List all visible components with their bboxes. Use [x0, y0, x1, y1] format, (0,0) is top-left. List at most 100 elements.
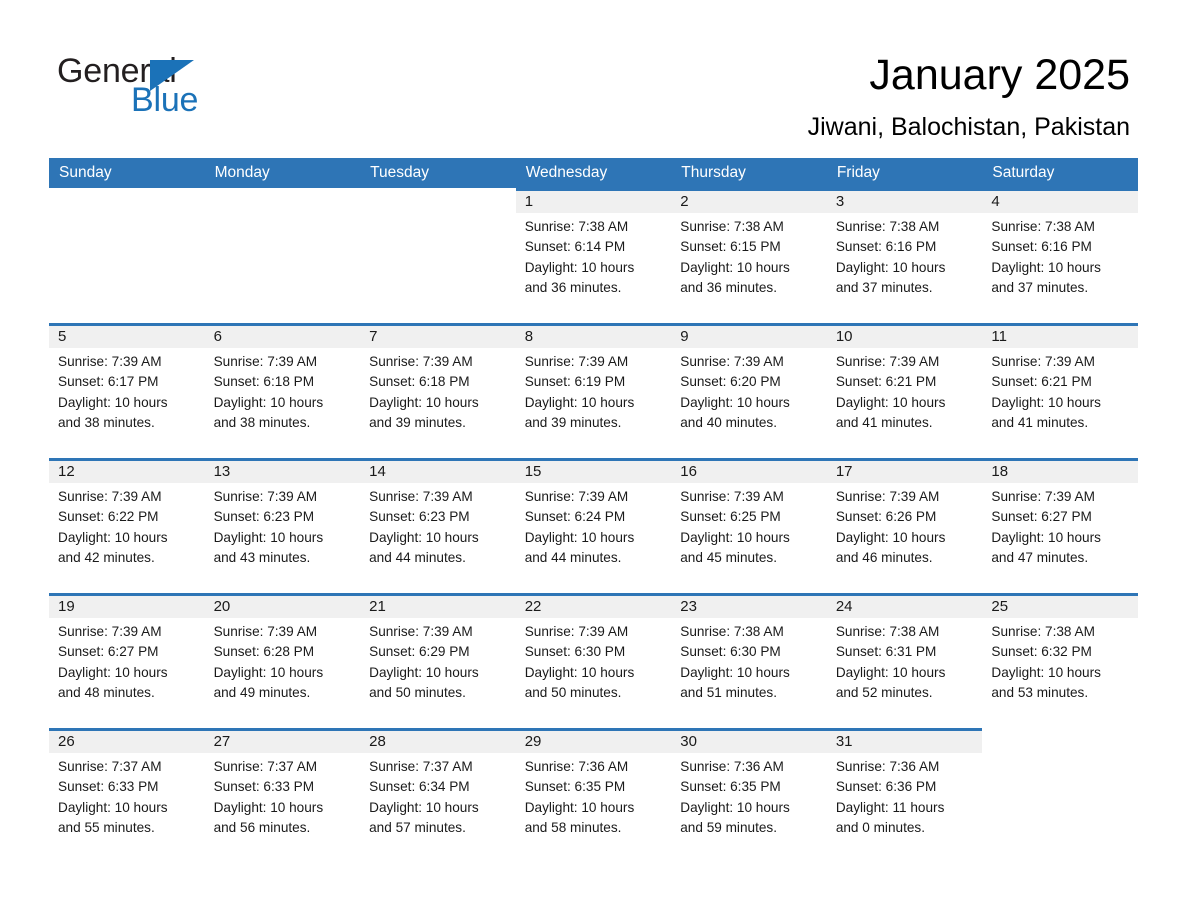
calendar-day-cell[interactable]: 9 Sunrise: 7:39 AM Sunset: 6:20 PM Daylight…	[671, 323, 827, 458]
day-number: 18	[982, 461, 1138, 483]
calendar-day-cell[interactable]: 17 Sunrise: 7:39 AM Sunset: 6:26 PM Dayligh…	[826, 458, 983, 593]
calendar-day-cell[interactable]: 28 Sunrise: 7:37 AM Sunset: 6:34 PM Dayligh…	[360, 728, 516, 858]
calendar-day-cell[interactable]: 15 Sunrise: 7:39 AM Sunset: 6:24 PM Dayligh…	[515, 458, 672, 593]
sunset-text: Sunset: 6:27 PM	[991, 509, 1092, 525]
sunset-text: Sunset: 6:18 PM	[213, 374, 315, 390]
day-number: 17	[826, 461, 983, 483]
sunrise-text: Sunrise: 7:39 AM	[680, 489, 784, 504]
sunrise-text: Sunrise: 7:39 AM	[369, 624, 473, 639]
sunrise-text: Sunrise: 7:36 AM	[835, 759, 940, 774]
sunset-text: Sunset: 6:16 PM	[835, 239, 937, 255]
calendar-day-cell[interactable]: 19 Sunrise: 7:39 AM Sunset: 6:27 PM Dayligh…	[49, 593, 205, 728]
calendar-day-cell[interactable]: 24 Sunrise: 7:38 AM Sunset: 6:31 PM Dayligh…	[826, 593, 983, 728]
dow-saturday: Saturday	[992, 164, 1055, 181]
calendar-day-cell[interactable]: 27 Sunrise: 7:37 AM Sunset: 6:33 PM Dayligh…	[204, 728, 361, 858]
sunrise-text: Sunrise: 7:37 AM	[58, 759, 162, 774]
sunset-text: Sunset: 6:24 PM	[524, 509, 626, 525]
day-details: Sunrise: 7:39 AM Sunset: 6:26 PM Daylight:…	[827, 483, 983, 569]
daylight-text-line2: and 50 minutes.	[369, 685, 466, 701]
calendar-day-cell[interactable]: 11 Sunrise: 7:39 AM Sunset: 6:21 PM Dayligh…	[982, 323, 1138, 458]
daylight-text-line1: Daylight: 10 hours	[213, 529, 324, 545]
calendar-day-cell[interactable]: 8 Sunrise: 7:39 AM Sunset: 6:19 PM Daylight…	[515, 323, 672, 458]
sunset-text: Sunset: 6:33 PM	[213, 779, 315, 795]
sunset-text: Sunset: 6:30 PM	[680, 644, 781, 660]
sunrise-text: Sunrise: 7:39 AM	[524, 354, 629, 369]
daylight-text-line1: Daylight: 10 hours	[58, 799, 168, 815]
daylight-text-line2: and 50 minutes.	[524, 685, 622, 701]
daylight-text-line1: Daylight: 10 hours	[369, 664, 479, 680]
day-number: 8	[515, 326, 672, 348]
calendar-day-cell[interactable]: 7 Sunrise: 7:39 AM Sunset: 6:18 PM Daylight…	[360, 323, 516, 458]
daylight-text-line1: Daylight: 10 hours	[524, 394, 635, 410]
day-number: 4	[982, 191, 1138, 213]
daylight-text-line2: and 47 minutes.	[991, 550, 1089, 566]
daylight-text-line1: Daylight: 10 hours	[991, 259, 1101, 275]
calendar-day-cell[interactable]: 5 Sunrise: 7:39 AM Sunset: 6:17 PM Daylight…	[49, 323, 205, 458]
day-details: Sunrise: 7:39 AM Sunset: 6:28 PM Daylight:…	[205, 618, 361, 704]
sunset-text: Sunset: 6:20 PM	[680, 374, 781, 390]
day-number: 28	[360, 731, 516, 753]
day-details: Sunrise: 7:39 AM Sunset: 6:17 PM Daylight:…	[49, 348, 205, 434]
daylight-text-line1: Daylight: 10 hours	[58, 529, 168, 545]
day-details: Sunrise: 7:39 AM Sunset: 6:21 PM Daylight:…	[982, 348, 1138, 434]
calendar-day-cell[interactable]: 30 Sunrise: 7:36 AM Sunset: 6:35 PM Dayligh…	[671, 728, 827, 858]
sunset-text: Sunset: 6:35 PM	[524, 779, 626, 795]
sunrise-text: Sunrise: 7:38 AM	[835, 624, 940, 639]
day-number: 15	[515, 461, 672, 483]
calendar-day-cell[interactable]: 20 Sunrise: 7:39 AM Sunset: 6:28 PM Dayligh…	[204, 593, 361, 728]
daylight-text-line1: Daylight: 10 hours	[524, 259, 635, 275]
calendar-cell-empty	[360, 188, 516, 323]
calendar-day-cell[interactable]: 1 Sunrise: 7:38 AM Sunset: 6:14 PM Daylight…	[515, 188, 672, 323]
daylight-text-line2: and 36 minutes.	[524, 280, 622, 296]
calendar-day-cell[interactable]: 29 Sunrise: 7:36 AM Sunset: 6:35 PM Dayligh…	[515, 728, 672, 858]
day-number: 19	[49, 596, 205, 618]
calendar-day-cell[interactable]: 2 Sunrise: 7:38 AM Sunset: 6:15 PM Daylight…	[671, 188, 827, 323]
sunrise-text: Sunrise: 7:38 AM	[991, 624, 1095, 639]
calendar-day-cell[interactable]: 25 Sunrise: 7:38 AM Sunset: 6:32 PM Dayligh…	[982, 593, 1138, 728]
sunset-text: Sunset: 6:29 PM	[369, 644, 470, 660]
daylight-text-line1: Daylight: 10 hours	[835, 664, 946, 680]
calendar-day-cell[interactable]: 3 Sunrise: 7:38 AM Sunset: 6:16 PM Daylight…	[826, 188, 983, 323]
calendar-day-cell[interactable]: 18 Sunrise: 7:39 AM Sunset: 6:27 PM Dayligh…	[982, 458, 1138, 593]
sunrise-text: Sunrise: 7:39 AM	[680, 354, 784, 369]
day-details: Sunrise: 7:38 AM Sunset: 6:32 PM Daylight:…	[982, 618, 1138, 704]
calendar-day-cell[interactable]: 10 Sunrise: 7:39 AM Sunset: 6:21 PM Dayligh…	[826, 323, 983, 458]
day-details: Sunrise: 7:39 AM Sunset: 6:30 PM Daylight:…	[516, 618, 672, 704]
calendar-day-cell[interactable]: 14 Sunrise: 7:39 AM Sunset: 6:23 PM Dayligh…	[360, 458, 516, 593]
calendar-week-row: 1 Sunrise: 7:38 AM Sunset: 6:14 PM Daylight…	[49, 188, 1138, 323]
calendar-day-cell[interactable]: 16 Sunrise: 7:39 AM Sunset: 6:25 PM Dayligh…	[671, 458, 827, 593]
calendar-day-cell[interactable]: 23 Sunrise: 7:38 AM Sunset: 6:30 PM Dayligh…	[671, 593, 827, 728]
calendar-day-cell[interactable]: 6 Sunrise: 7:39 AM Sunset: 6:18 PM Daylight…	[204, 323, 361, 458]
dow-monday: Monday	[214, 164, 270, 181]
daylight-text-line1: Daylight: 10 hours	[369, 799, 479, 815]
day-details: Sunrise: 7:39 AM Sunset: 6:18 PM Daylight:…	[360, 348, 516, 434]
calendar-week-row: 12 Sunrise: 7:39 AM Sunset: 6:22 PM Dayligh…	[49, 458, 1138, 593]
calendar-day-cell[interactable]: 26 Sunrise: 7:37 AM Sunset: 6:33 PM Dayligh…	[49, 728, 205, 858]
sunset-text: Sunset: 6:21 PM	[835, 374, 937, 390]
calendar-day-cell[interactable]: 12 Sunrise: 7:39 AM Sunset: 6:22 PM Dayligh…	[49, 458, 205, 593]
daylight-text-line2: and 41 minutes.	[991, 415, 1089, 431]
sunset-text: Sunset: 6:26 PM	[835, 509, 937, 525]
calendar-cell-empty	[49, 188, 205, 323]
daylight-text-line1: Daylight: 10 hours	[58, 664, 168, 680]
calendar-day-cell[interactable]: 21 Sunrise: 7:39 AM Sunset: 6:29 PM Dayligh…	[360, 593, 516, 728]
day-details: Sunrise: 7:39 AM Sunset: 6:23 PM Daylight:…	[205, 483, 361, 569]
day-number: 1	[515, 191, 672, 213]
calendar-day-cell[interactable]: 4 Sunrise: 7:38 AM Sunset: 6:16 PM Daylight…	[982, 188, 1138, 323]
day-details: Sunrise: 7:39 AM Sunset: 6:25 PM Daylight:…	[671, 483, 827, 569]
calendar-day-cell[interactable]: 13 Sunrise: 7:39 AM Sunset: 6:23 PM Dayligh…	[204, 458, 361, 593]
day-number	[982, 731, 1138, 753]
sunset-text: Sunset: 6:33 PM	[58, 779, 159, 795]
daylight-text-line2: and 56 minutes.	[213, 820, 311, 836]
sunrise-text: Sunrise: 7:39 AM	[991, 354, 1095, 369]
day-details: Sunrise: 7:39 AM Sunset: 6:22 PM Daylight:…	[49, 483, 205, 569]
calendar-day-cell[interactable]: 22 Sunrise: 7:39 AM Sunset: 6:30 PM Dayligh…	[515, 593, 672, 728]
sunset-text: Sunset: 6:27 PM	[58, 644, 159, 660]
daylight-text-line1: Daylight: 10 hours	[213, 394, 324, 410]
sunset-text: Sunset: 6:23 PM	[369, 509, 470, 525]
page-header: General Blue January 2025 Jiwani, Baloch…	[0, 0, 1188, 158]
day-details: Sunrise: 7:39 AM Sunset: 6:20 PM Daylight:…	[671, 348, 827, 434]
calendar-day-cell[interactable]: 31 Sunrise: 7:36 AM Sunset: 6:36 PM Dayligh…	[826, 728, 983, 858]
day-details: Sunrise: 7:38 AM Sunset: 6:30 PM Daylight:…	[671, 618, 827, 704]
daylight-text-line1: Daylight: 10 hours	[213, 799, 324, 815]
